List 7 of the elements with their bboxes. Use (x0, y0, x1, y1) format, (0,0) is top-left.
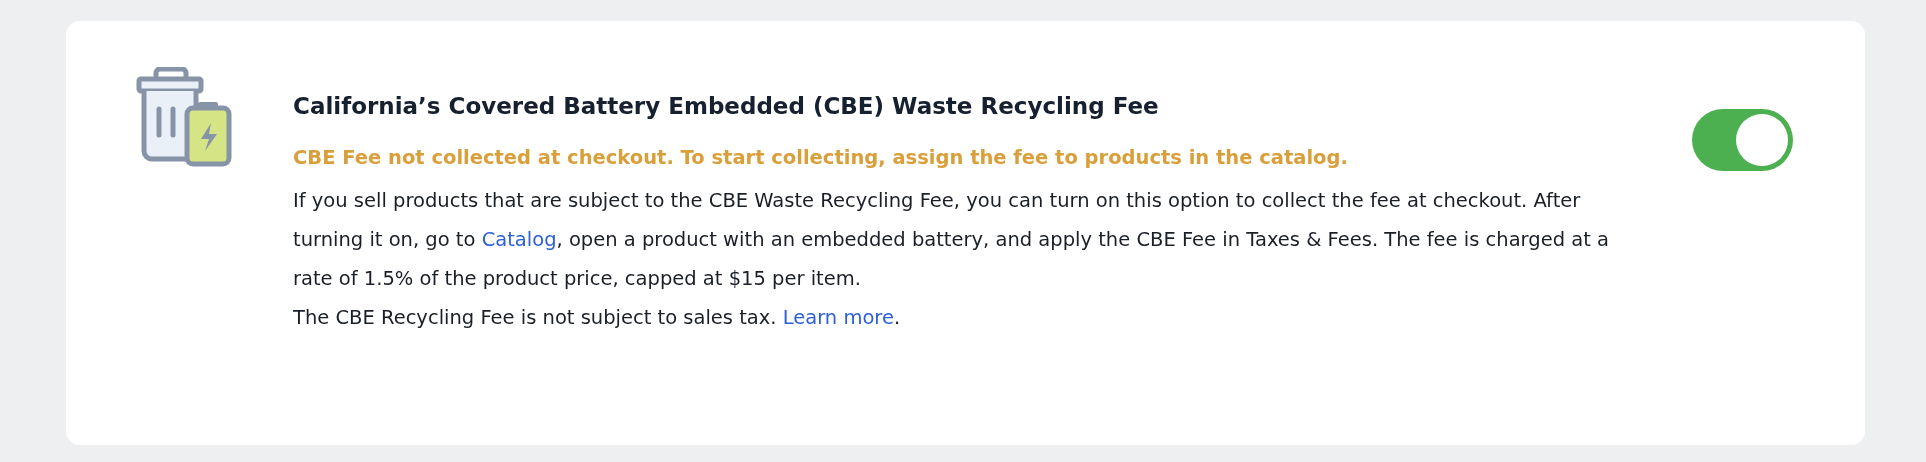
warning-message: CBE Fee not collected at checkout. To start collecting, assign the fee to products in the catalog. (293, 145, 1349, 171)
learn-more-link[interactable]: Learn more (782, 306, 894, 329)
catalog-link[interactable]: Catalog (481, 228, 557, 251)
trash-battery-icon (136, 67, 232, 167)
description-text: The CBE Recycling Fee is not subject to sales tax. Learn more. (293, 305, 902, 331)
description-text: If you sell products that are subject to the CBE Waste Recycling Fee, you can turn on this option to collect the fee at checkout. After turning it on, go to Catalog, open a product with an embedded battery, and apply the CBE Fee in Taxes & Fees. The fee is charged at a rate of 1.5% of the product price, capped at $15 per item. (293, 188, 1610, 292)
setting-title: California’s Covered Battery Embedded (CBE) Waste Recycling Fee (293, 92, 1160, 121)
